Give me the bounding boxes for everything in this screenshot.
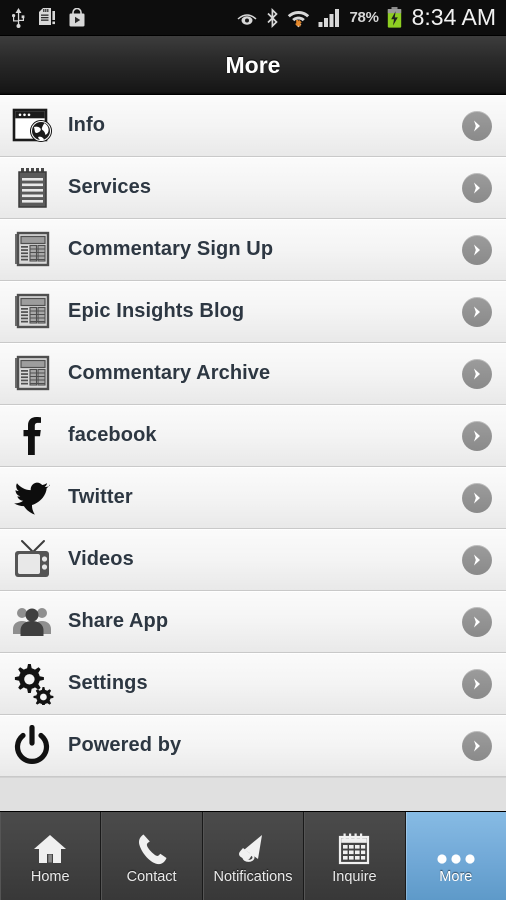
list-item-label: Commentary Archive (68, 362, 271, 384)
tab-label: Inquire (332, 869, 377, 885)
chevron-right-icon[interactable] (462, 482, 492, 513)
table-grid-icon (10, 289, 58, 335)
list-item-label: Services (68, 176, 152, 198)
chevron-right-icon[interactable] (462, 234, 492, 265)
status-bar: 78% 8:34 AM (0, 0, 506, 36)
tab-label: Contact (126, 869, 177, 885)
bottom-tab-bar: Home Contact Notifications Inquire More (0, 811, 506, 900)
battery-percent: 78% (349, 9, 379, 26)
list-item-share-app[interactable]: Share App (0, 591, 506, 653)
battery-charging-icon (387, 7, 401, 28)
smart-stay-eye-icon (237, 13, 257, 25)
chevron-right-icon[interactable] (462, 730, 492, 761)
menu-list: Info Services Commentary Sign Up Epic In… (0, 95, 506, 777)
tab-label: More (439, 869, 473, 885)
people-group-icon (10, 599, 58, 645)
tab-label: Home (30, 869, 70, 885)
list-item-settings[interactable]: Settings (0, 653, 506, 715)
chevron-right-icon[interactable] (462, 296, 492, 327)
list-item-label: Epic Insights Blog (68, 300, 245, 322)
list-item-videos[interactable]: Videos (0, 529, 506, 591)
status-bar-left-icons (10, 7, 86, 28)
chevron-right-icon[interactable] (462, 668, 492, 699)
table-grid-icon (10, 227, 58, 273)
tab-contact[interactable]: Contact (101, 812, 203, 900)
play-store-icon (69, 7, 85, 26)
chevron-right-icon[interactable] (462, 544, 492, 575)
title-bar: More (0, 36, 506, 95)
facebook-icon (10, 413, 58, 459)
usb-icon (12, 7, 25, 28)
tab-notifications[interactable]: Notifications (202, 812, 305, 900)
twitter-bird-icon (10, 475, 58, 521)
table-grid-icon (10, 351, 58, 397)
list-item-powered-by[interactable]: Powered by (0, 715, 506, 777)
list-item-facebook[interactable]: facebook (0, 405, 506, 467)
chevron-right-icon[interactable] (462, 358, 492, 389)
chevron-right-icon[interactable] (462, 606, 492, 637)
bluetooth-icon (267, 7, 279, 28)
calendar-icon (338, 827, 370, 865)
list-item-services[interactable]: Services (0, 157, 506, 219)
list-item-twitter[interactable]: Twitter (0, 467, 506, 529)
clock: 8:34 AM (411, 4, 496, 30)
page-title: More (225, 51, 281, 78)
tab-label: Notifications (213, 869, 293, 885)
sd-card-alert-icon (39, 7, 55, 25)
tab-home[interactable]: Home (0, 812, 102, 900)
notepad-icon (10, 165, 58, 211)
signal-icon (318, 9, 340, 27)
three-dots-icon (434, 827, 478, 865)
gears-icon (10, 661, 58, 707)
status-bar-right-icons: 78% 8:34 AM (236, 6, 496, 29)
chevron-right-icon[interactable] (462, 420, 492, 451)
list-item-epic-insights-blog[interactable]: Epic Insights Blog (0, 281, 506, 343)
list-item-label: Share App (68, 610, 169, 632)
tab-inquire[interactable]: Inquire (304, 812, 406, 900)
chevron-right-icon[interactable] (462, 110, 492, 141)
list-item-commentary-archive[interactable]: Commentary Archive (0, 343, 506, 405)
list-item-commentary-sign-up[interactable]: Commentary Sign Up (0, 219, 506, 281)
television-icon (10, 537, 58, 583)
phone-screen: 78% 8:34 AM More Info Services Commentar… (0, 0, 506, 900)
list-item-label: facebook (68, 424, 157, 446)
megaphone-icon (236, 827, 270, 865)
tab-more[interactable]: More (405, 812, 506, 900)
list-item-label: Info (68, 114, 106, 136)
browser-globe-icon (10, 103, 58, 149)
list-item-label: Settings (68, 672, 148, 694)
list-item-label: Videos (68, 548, 134, 570)
empty-area (0, 777, 506, 811)
list-item-label: Twitter (68, 486, 133, 508)
list-item-info[interactable]: Info (0, 95, 506, 157)
list-item-label: Powered by (68, 734, 182, 756)
chevron-right-icon[interactable] (462, 172, 492, 203)
wifi-icon (288, 10, 310, 27)
power-button-icon (10, 723, 58, 769)
phone-icon (136, 827, 168, 865)
list-item-label: Commentary Sign Up (68, 238, 274, 260)
home-icon (33, 827, 67, 865)
